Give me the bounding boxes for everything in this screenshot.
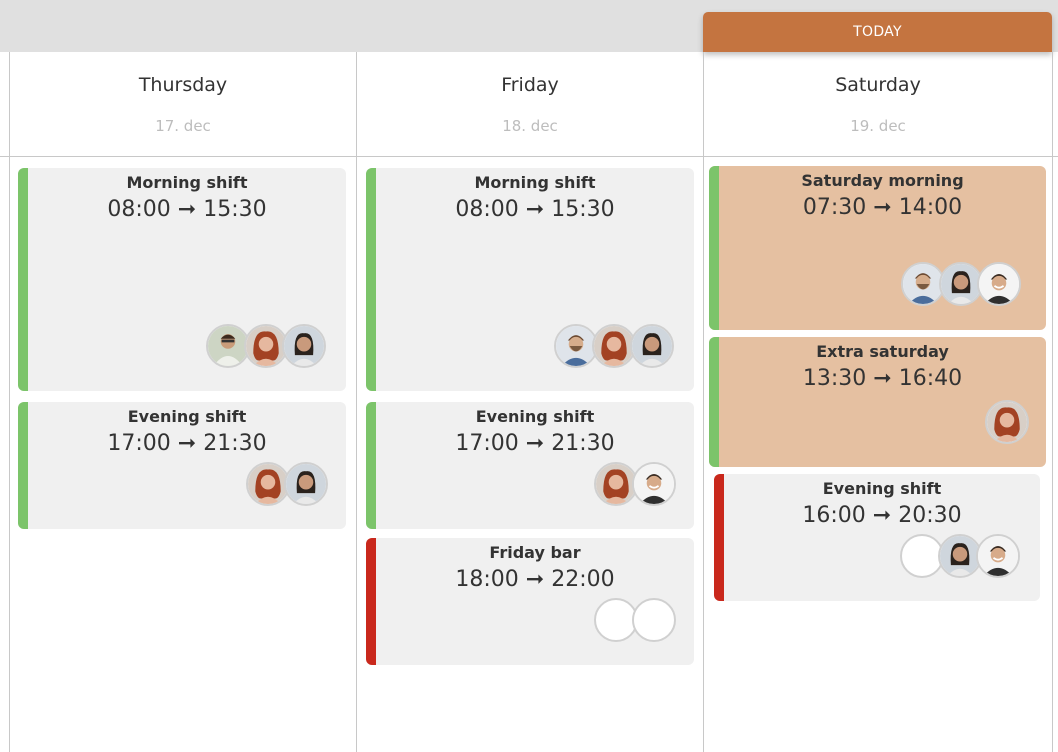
assignee-avatars: [554, 324, 674, 368]
shift-title: Morning shift: [474, 173, 596, 192]
column-divider: [703, 52, 704, 752]
assignee-avatars: [594, 598, 676, 642]
shift-card-saturday-morning[interactable]: Saturday morning 07:30 ➞ 14:00: [709, 166, 1046, 330]
today-tab: TODAY: [703, 12, 1052, 52]
status-bar: [18, 168, 28, 391]
shift-time: 08:00 ➞ 15:30: [107, 197, 267, 222]
assignee-avatars: [985, 400, 1029, 444]
shift-title: Evening shift: [127, 407, 247, 426]
shift-title: Evening shift: [822, 479, 942, 498]
shift-time: 17:00 ➞ 21:30: [107, 431, 267, 456]
day-header-friday[interactable]: Friday 18. dec: [357, 52, 703, 156]
shift-card-friday-evening[interactable]: Evening shift 17:00 ➞ 21:30: [366, 402, 694, 529]
column-divider: [9, 52, 10, 752]
assignee-avatars: [901, 262, 1021, 306]
shift-card-friday-morning[interactable]: Morning shift 08:00 ➞ 15:30: [366, 168, 694, 391]
day-date: 17. dec: [155, 117, 211, 135]
shift-time: 16:00 ➞ 20:30: [802, 503, 962, 528]
shift-time: 17:00 ➞ 21:30: [455, 431, 615, 456]
day-name: Thursday: [138, 74, 228, 96]
shift-title: Extra saturday: [816, 342, 949, 361]
day-header-saturday[interactable]: Saturday 19. dec: [704, 52, 1052, 156]
status-bar: [709, 166, 719, 330]
header-divider: [0, 156, 1058, 157]
shift-title: Friday bar: [489, 543, 581, 562]
shift-time: 08:00 ➞ 15:30: [455, 197, 615, 222]
person-photo-avatar[interactable]: [976, 534, 1020, 578]
status-bar: [366, 538, 376, 665]
assignee-avatars: [206, 324, 326, 368]
shift-time: 13:30 ➞ 16:40: [802, 366, 963, 391]
person-photo-avatar[interactable]: [977, 262, 1021, 306]
person-photo-avatar[interactable]: [630, 324, 674, 368]
status-bar: [366, 402, 376, 529]
shift-card-thursday-evening[interactable]: Evening shift 17:00 ➞ 21:30: [18, 402, 346, 529]
shift-time: 18:00 ➞ 22:00: [455, 567, 615, 592]
column-divider: [356, 52, 357, 752]
person-photo-avatar[interactable]: [985, 400, 1029, 444]
shift-card-friday-bar[interactable]: Friday bar 18:00 ➞ 22:00: [366, 538, 694, 665]
status-bar: [366, 168, 376, 391]
assignee-avatars: [246, 462, 328, 506]
person-photo-avatar[interactable]: [282, 324, 326, 368]
person-photo-avatar[interactable]: [284, 462, 328, 506]
day-date: 18. dec: [502, 117, 558, 135]
assignee-avatars: [900, 534, 1020, 578]
shift-card-thursday-morning[interactable]: Morning shift 08:00 ➞ 15:30: [18, 168, 346, 391]
shift-time: 07:30 ➞ 14:00: [802, 195, 963, 220]
shift-title: Evening shift: [475, 407, 595, 426]
day-name: Saturday: [835, 74, 921, 96]
shift-title: Saturday morning: [801, 171, 964, 190]
column-divider: [1052, 52, 1053, 752]
person-photo-avatar[interactable]: [632, 462, 676, 506]
status-bar: [18, 402, 28, 529]
status-bar: [714, 474, 724, 601]
shift-card-saturday-evening[interactable]: Evening shift 16:00 ➞ 20:30: [714, 474, 1040, 601]
assignee-avatars: [594, 462, 676, 506]
day-date: 19. dec: [850, 117, 906, 135]
shift-title: Morning shift: [126, 173, 248, 192]
empty-slot-avatar[interactable]: [632, 598, 676, 642]
shift-card-extra-saturday[interactable]: Extra saturday 13:30 ➞ 16:40: [709, 337, 1046, 467]
day-name: Friday: [501, 74, 559, 96]
day-header-thursday[interactable]: Thursday 17. dec: [10, 52, 356, 156]
status-bar: [709, 337, 719, 467]
